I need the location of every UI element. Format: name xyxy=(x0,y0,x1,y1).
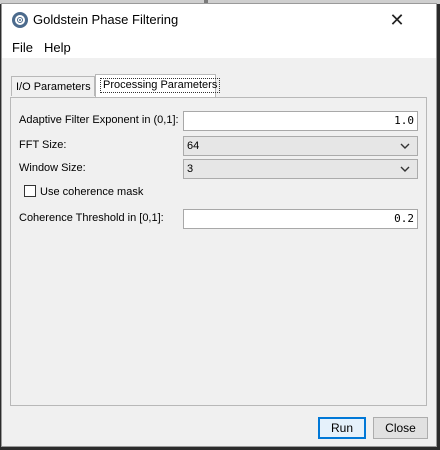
window-size-label: Window Size: xyxy=(19,162,86,174)
window-title: Goldstein Phase Filtering xyxy=(33,12,179,27)
chevron-down-icon xyxy=(400,143,410,149)
dialog-window: Goldstein Phase Filtering ✕ File Help I/… xyxy=(1,3,437,447)
menu-file[interactable]: File xyxy=(12,40,33,55)
close-button[interactable]: Close xyxy=(373,417,428,439)
run-button[interactable]: Run xyxy=(318,417,366,439)
tab-strip: I/O Parameters Processing Parameters xyxy=(2,58,436,98)
window-size-select[interactable]: 3 xyxy=(183,159,418,179)
fft-size-label: FFT Size: xyxy=(19,139,67,151)
tab-processing-parameters-label: Processing Parameters xyxy=(100,78,221,93)
use-coherence-mask-label: Use coherence mask xyxy=(40,186,144,198)
coherence-threshold-label: Coherence Threshold in [0,1]: xyxy=(19,212,164,224)
fft-size-value: 64 xyxy=(187,140,200,152)
adaptive-filter-exponent-label: Adaptive Filter Exponent in (0,1]: xyxy=(19,114,179,126)
menu-bar: File Help xyxy=(2,36,436,58)
close-icon[interactable]: ✕ xyxy=(385,9,409,31)
tab-processing-parameters[interactable]: Processing Parameters xyxy=(95,74,221,97)
processing-parameters-panel: Adaptive Filter Exponent in (0,1]: 1.0 F… xyxy=(10,97,427,406)
coherence-threshold-input[interactable]: 0.2 xyxy=(183,209,418,229)
use-coherence-mask-checkbox[interactable] xyxy=(24,185,36,197)
chevron-down-icon xyxy=(400,166,410,172)
menu-help[interactable]: Help xyxy=(44,40,71,55)
fft-size-select[interactable]: 64 xyxy=(183,136,418,156)
adaptive-filter-exponent-input[interactable]: 1.0 xyxy=(183,111,418,131)
tab-io-parameters[interactable]: I/O Parameters xyxy=(11,76,95,96)
window-size-value: 3 xyxy=(187,163,194,175)
tab-io-parameters-label: I/O Parameters xyxy=(16,81,91,93)
app-icon xyxy=(12,12,28,28)
title-bar: Goldstein Phase Filtering ✕ xyxy=(2,4,436,36)
